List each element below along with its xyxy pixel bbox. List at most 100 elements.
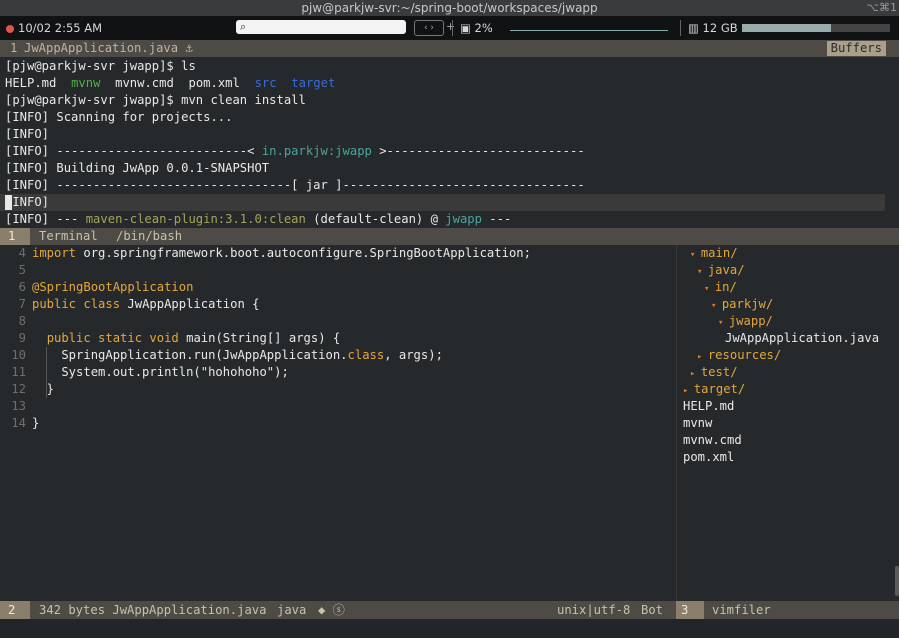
line-number: 13 xyxy=(11,399,26,413)
record-dot-icon xyxy=(6,25,14,33)
filer-dir-item[interactable]: ▸ resources/ xyxy=(697,347,781,364)
code-line: 4 import org.springframework.boot.autocon… xyxy=(0,245,670,262)
code-line: 13 xyxy=(0,398,670,415)
line-number: 6 xyxy=(18,280,26,294)
triangle-down-icon: ▾ xyxy=(718,318,729,328)
filer-file-item[interactable]: HELP.md xyxy=(683,398,734,415)
code-editor[interactable]: 4 import org.springframework.boot.autocon… xyxy=(0,245,676,601)
line-number: 10 xyxy=(11,348,26,362)
status-bar: 10/02 2:55 AM ⌕ ‹ › + ▣ 2% ▥ 12 GB xyxy=(0,16,899,40)
line-number: 7 xyxy=(18,297,26,311)
filer-item-label: main/ xyxy=(700,246,738,260)
triangle-down-icon: ▾ xyxy=(711,301,722,311)
file-info: 342 bytes JwAppApplication.java xyxy=(39,603,267,617)
encoding: unix|utf-8 xyxy=(557,603,631,617)
tab-line: 1 JwAppApplication.java ⚓ Buffers xyxy=(0,40,899,57)
terminal-line: [pjw@parkjw-svr jwapp]$ ls xyxy=(5,59,196,73)
code-line: 7 public class JwAppApplication { xyxy=(0,296,670,313)
line-number: 9 xyxy=(18,331,26,345)
code-text: public static void main(String[] args) { xyxy=(46,331,341,345)
code-line: 12 } xyxy=(0,381,670,398)
terminal-statusline: 1 Terminal /bin/bash xyxy=(0,228,899,245)
triangle-down-icon: ▾ xyxy=(690,250,701,260)
line-number: 5 xyxy=(18,263,26,277)
search-input[interactable]: ⌕ xyxy=(236,20,406,34)
filer-dir-item[interactable]: ▸ test/ xyxy=(690,364,738,381)
code-text: System.out.println("hohohoho"); xyxy=(32,365,289,379)
line-number: 8 xyxy=(18,314,26,328)
memory-bar xyxy=(742,24,890,32)
memory-icon: ▥ xyxy=(688,21,699,35)
filer-item-label: java/ xyxy=(707,263,745,277)
filer-item-label: in/ xyxy=(714,280,737,294)
filer-file-item[interactable]: JwAppApplication.java xyxy=(725,330,879,347)
code-line: 11 System.out.println("hohohoho"); xyxy=(0,364,670,381)
window-title: pjw@parkjw-svr:~/spring-boot/workspaces/… xyxy=(301,1,598,15)
cursor-line xyxy=(0,194,885,211)
terminal-line: [INFO] Scanning for projects... xyxy=(5,110,233,124)
scrollbar[interactable] xyxy=(895,566,899,596)
terminal-line: [pjw@parkjw-svr jwapp]$ mvn clean instal… xyxy=(5,93,306,107)
status-marks: ◆ ⓢ xyxy=(318,603,345,617)
filer-statusline: 3 vimfiler xyxy=(676,601,899,619)
buffers-button[interactable]: Buffers xyxy=(826,41,886,56)
terminal-line: [INFO] Building JwApp 0.0.1-SNAPSHOT xyxy=(5,161,270,175)
terminal-line: [INFO] xyxy=(5,127,50,141)
window-title-bar: pjw@parkjw-svr:~/spring-boot/workspaces/… xyxy=(0,0,899,16)
window-number: 2 xyxy=(0,601,30,619)
window-number: 3 xyxy=(676,601,704,619)
window-shortcut: ⌥⌘1 xyxy=(866,1,897,14)
tab-filename[interactable]: JwAppApplication.java ⚓ xyxy=(24,40,193,57)
code-text: @SpringBootApplication xyxy=(32,280,194,294)
code-line: 5 xyxy=(0,262,670,279)
cpu-graph xyxy=(510,30,668,31)
terminal-line: [INFO] --------------------------------[… xyxy=(5,178,585,192)
tab-number: 1 xyxy=(10,41,18,55)
line-number: 12 xyxy=(11,382,26,396)
triangle-down-icon: ▾ xyxy=(697,267,708,277)
terminal-line: [INFO] --- maven-clean-plugin:3.1.0:clea… xyxy=(5,212,512,226)
filer-item-label: mvnw xyxy=(683,416,713,430)
filer-item-label: HELP.md xyxy=(683,399,735,413)
filer-item-label: mvnw.cmd xyxy=(683,433,742,447)
filer-item-label: pom.xml xyxy=(683,450,735,464)
filer-item-label: jwapp/ xyxy=(728,314,773,328)
filer-dir-item[interactable]: ▾ in/ xyxy=(704,279,737,296)
filer-label: vimfiler xyxy=(712,603,771,617)
memory-value: 12 GB xyxy=(702,21,738,35)
terminal-pane[interactable]: [pjw@parkjw-svr jwapp]$ ls HELP.md mvnw … xyxy=(0,58,899,228)
filer-file-item[interactable]: mvnw xyxy=(683,415,712,432)
filer-dir-item[interactable]: ▾ main/ xyxy=(690,245,738,262)
search-icon: ⌕ xyxy=(240,20,247,33)
triangle-right-icon: ▸ xyxy=(690,369,701,379)
shell-label: /bin/bash xyxy=(116,229,183,243)
separator xyxy=(452,20,453,36)
triangle-right-icon: ▸ xyxy=(683,386,694,396)
filer-dir-item[interactable]: ▸ target/ xyxy=(683,381,745,398)
terminal-line: HELP.md mvnw mvnw.cmd pom.xml src target xyxy=(5,76,336,90)
vimfiler-pane[interactable]: ▾ main/▾ java/▾ in/▾ parkjw/▾ jwapp/JwAp… xyxy=(676,245,899,601)
filer-file-item[interactable]: pom.xml xyxy=(683,449,734,466)
editor-statusline: 2 342 bytes JwAppApplication.java java ◆… xyxy=(0,601,676,619)
nav-arrows-button[interactable]: ‹ › xyxy=(414,20,444,36)
filer-item-label: parkjw/ xyxy=(721,297,774,311)
terminal-line: [INFO] xyxy=(5,195,50,209)
filer-dir-item[interactable]: ▾ jwapp/ xyxy=(718,313,773,330)
triangle-right-icon: ▸ xyxy=(697,352,708,362)
code-line: 14} xyxy=(0,415,670,432)
filer-file-item[interactable]: mvnw.cmd xyxy=(683,432,742,449)
line-number: 14 xyxy=(11,416,26,430)
filer-item-label: JwAppApplication.java xyxy=(725,331,880,345)
cpu-widget: ▣ 2% xyxy=(460,16,493,40)
datetime-widget: 10/02 2:55 AM xyxy=(6,16,102,40)
datetime: 10/02 2:55 AM xyxy=(18,21,103,35)
filer-dir-item[interactable]: ▾ java/ xyxy=(697,262,745,279)
code-text: } xyxy=(32,416,40,430)
code-line: 6 @SpringBootApplication xyxy=(0,279,670,296)
command-line[interactable] xyxy=(0,619,899,638)
cpu-value: 2% xyxy=(474,21,493,35)
code-text: public class JwAppApplication { xyxy=(32,297,260,311)
cpu-icon: ▣ xyxy=(460,21,471,35)
position: Bot xyxy=(641,603,664,617)
filer-dir-item[interactable]: ▾ parkjw/ xyxy=(711,296,773,313)
